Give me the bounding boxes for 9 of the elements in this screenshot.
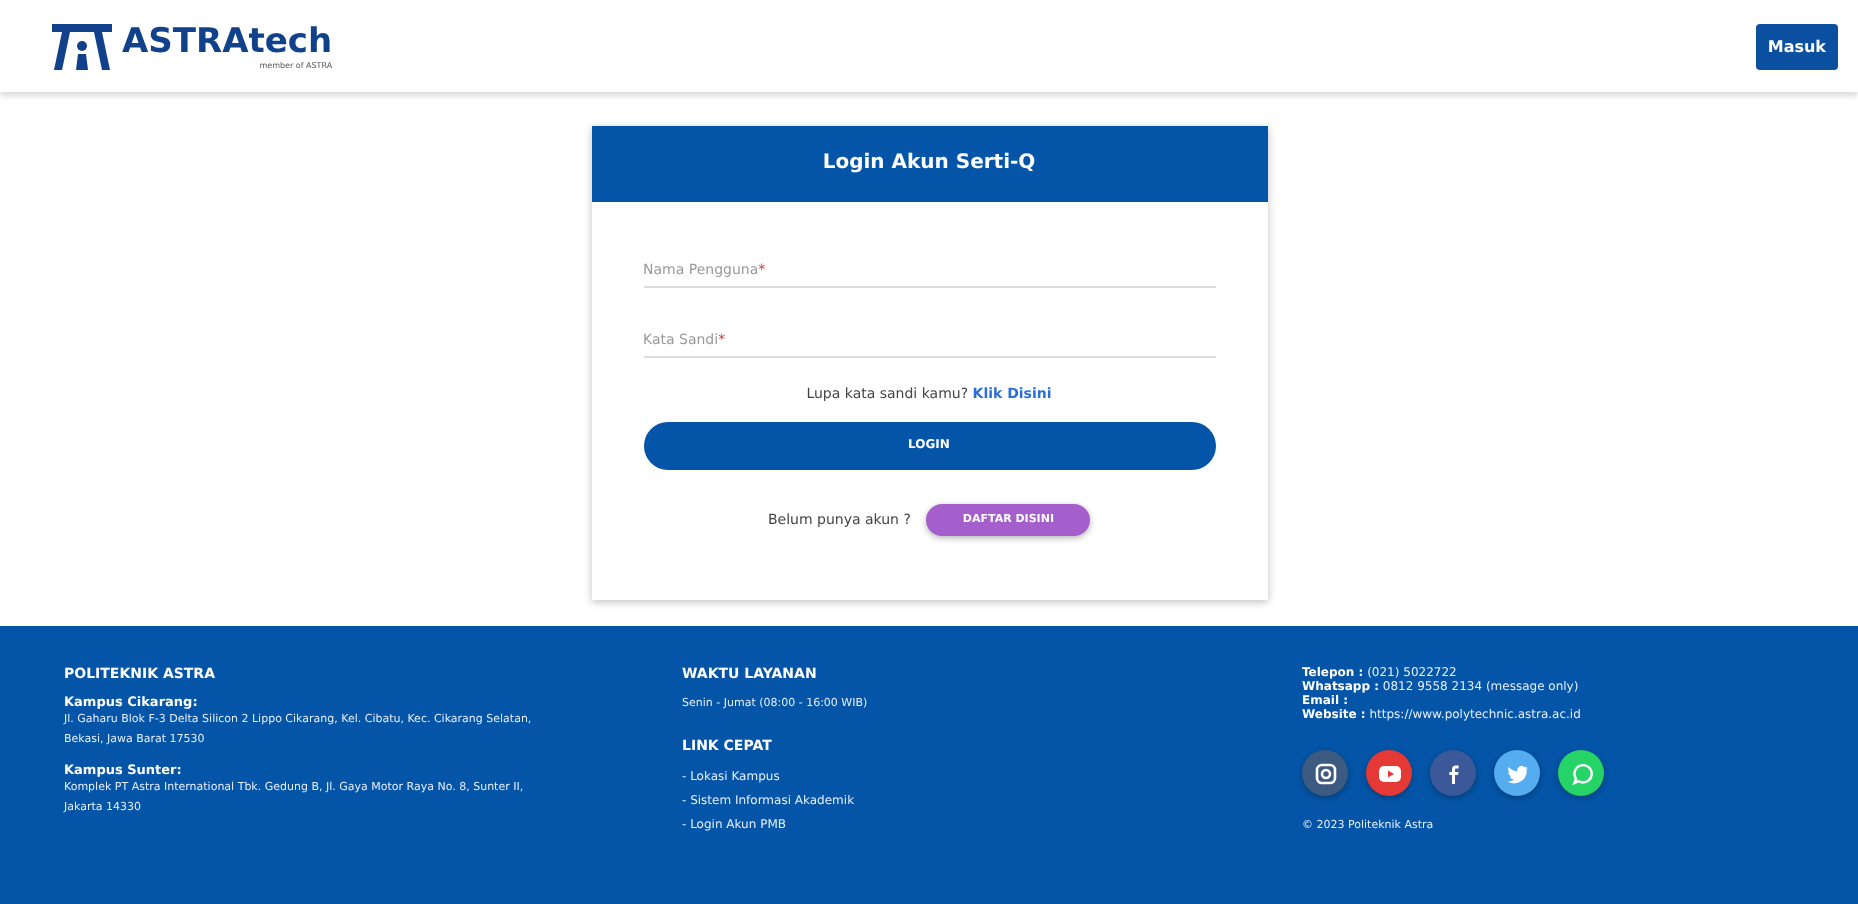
twitter-icon[interactable] — [1494, 750, 1540, 796]
instagram-icon[interactable] — [1302, 750, 1348, 796]
card-title: Login Akun Serti-Q — [591, 126, 1267, 202]
whatsapp-icon[interactable] — [1558, 750, 1604, 796]
facebook-icon[interactable] — [1430, 750, 1476, 796]
header-sign-in-button[interactable]: Masuk — [1755, 23, 1838, 69]
logo-icon — [52, 22, 112, 70]
logo-text: ASTRAtech — [122, 23, 333, 59]
youtube-icon[interactable] — [1366, 750, 1412, 796]
